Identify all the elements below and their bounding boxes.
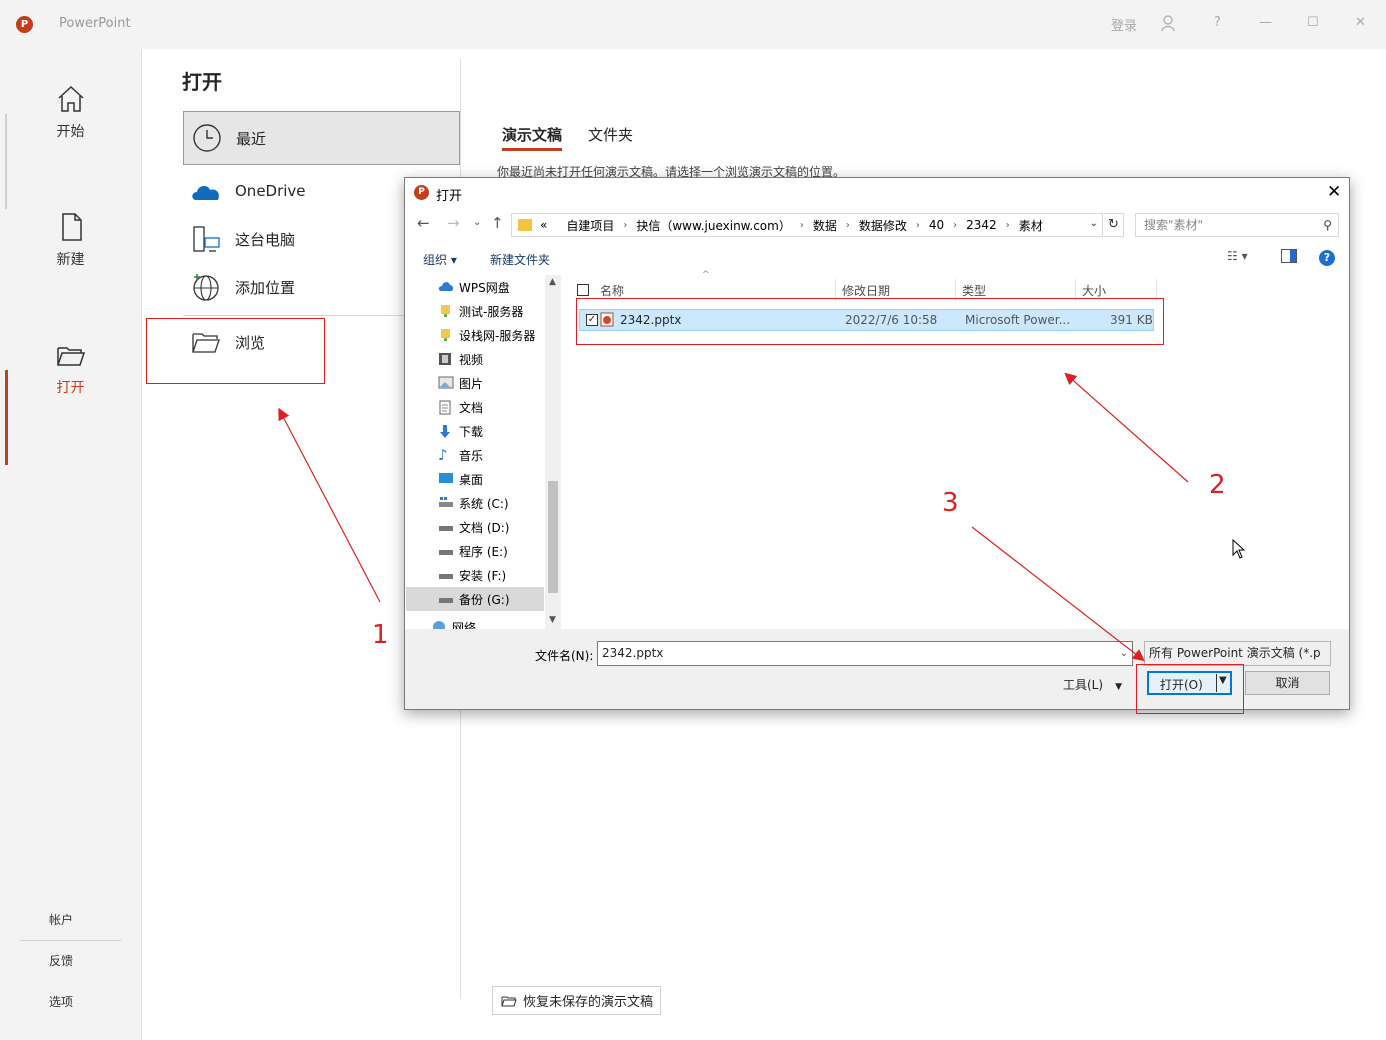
annotation-arrows [278, 372, 1189, 662]
annotation-arrow-3 [971, 526, 1145, 662]
annotation-arrow-1 [278, 407, 381, 603]
annotation-step-2: 2 [1209, 470, 1226, 500]
annotation-step-1: 1 [372, 620, 389, 650]
annotation-arrow-2 [1064, 372, 1189, 483]
annotation-step-3: 3 [942, 488, 959, 518]
